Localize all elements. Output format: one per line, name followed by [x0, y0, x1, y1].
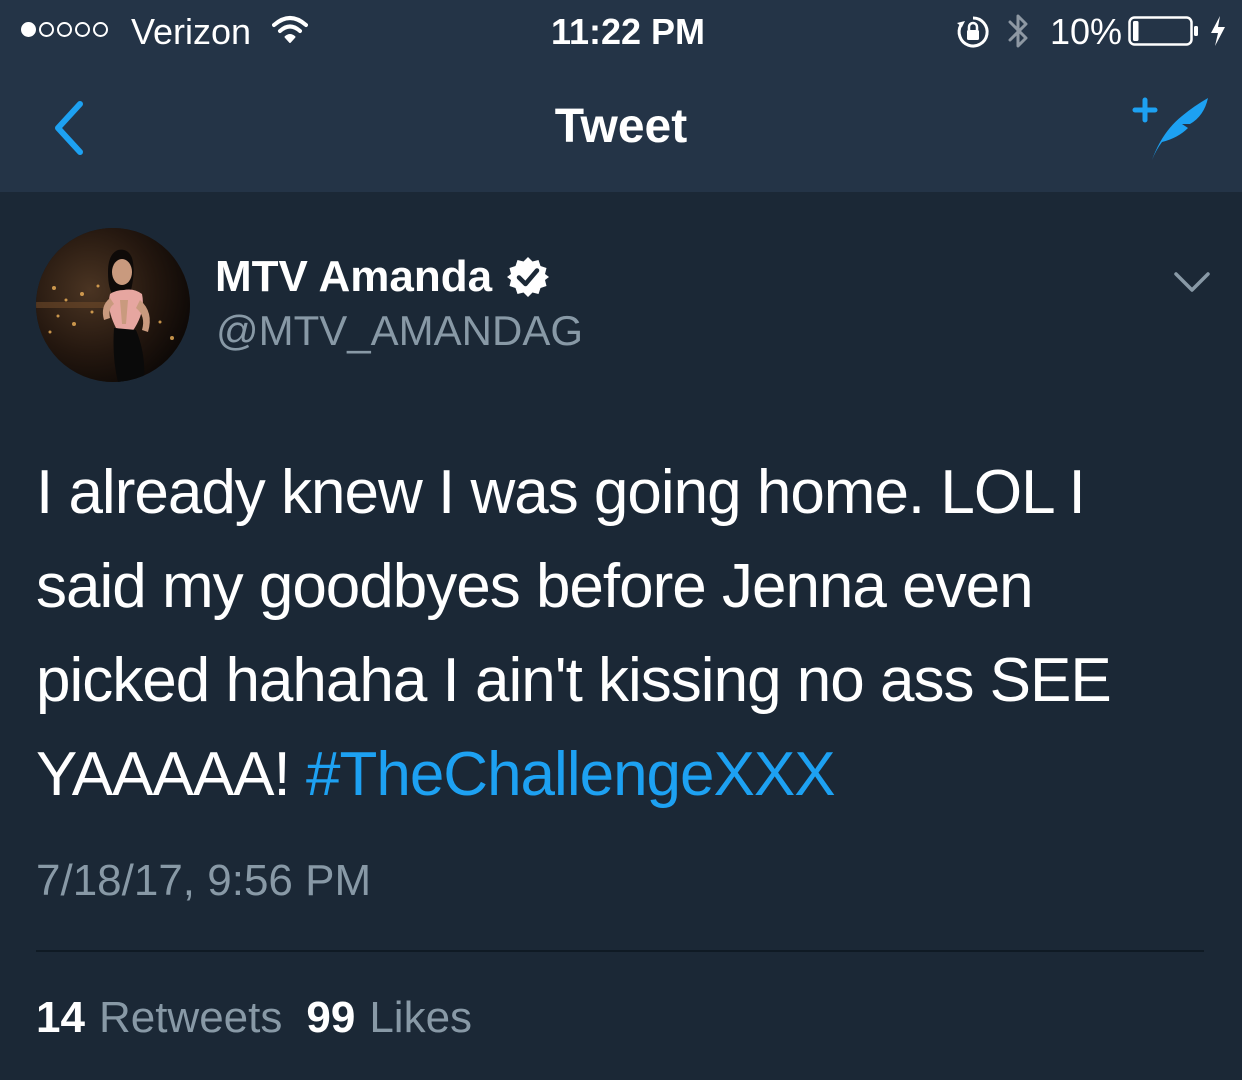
retweets-label: Retweets: [98, 993, 283, 1042]
tweet-detail-screen: Verizon 11:22 PM 10% Tweet MTV Amanda @M…: [0, 0, 1242, 1080]
profile-photo: [36, 228, 190, 382]
author-name-row[interactable]: MTV Amanda: [215, 250, 550, 304]
retweets-count: 14: [36, 993, 85, 1042]
orientation-lock-icon: [955, 14, 991, 55]
divider: [36, 950, 1204, 952]
tweet-timestamp: 7/18/17, 9:56 PM: [36, 856, 372, 905]
retweets-stat[interactable]: 14 Retweets: [36, 991, 282, 1045]
likes-count: 99: [306, 993, 356, 1042]
compose-tweet-button[interactable]: [1128, 94, 1212, 164]
page-title: Tweet: [554, 100, 688, 153]
charging-bolt-icon: [1208, 14, 1228, 53]
bluetooth-icon: [1006, 10, 1032, 57]
status-bar: Verizon 11:22 PM 10%: [0, 0, 1242, 64]
likes-label: Likes: [369, 993, 473, 1042]
battery-percentage: 10%: [1050, 11, 1123, 52]
compose-tweet-icon: [1132, 97, 1208, 160]
avatar[interactable]: [36, 228, 190, 382]
tweet-options-chevron-down-icon[interactable]: [1172, 268, 1212, 301]
tweet-text: I already knew I was going home. LOL I s…: [36, 446, 1186, 822]
verified-badge-icon: [507, 257, 550, 297]
battery-icon: [1128, 16, 1200, 51]
likes-stat[interactable]: 99 Likes: [306, 991, 472, 1045]
hashtag-link[interactable]: #TheChallengeXXX: [306, 740, 836, 809]
user-handle[interactable]: @MTV_AMANDAG: [216, 305, 583, 357]
navigation-bar: Tweet: [0, 64, 1242, 192]
display-name: MTV Amanda: [215, 252, 493, 301]
engagement-stats: 14 Retweets 99 Likes: [36, 991, 472, 1045]
